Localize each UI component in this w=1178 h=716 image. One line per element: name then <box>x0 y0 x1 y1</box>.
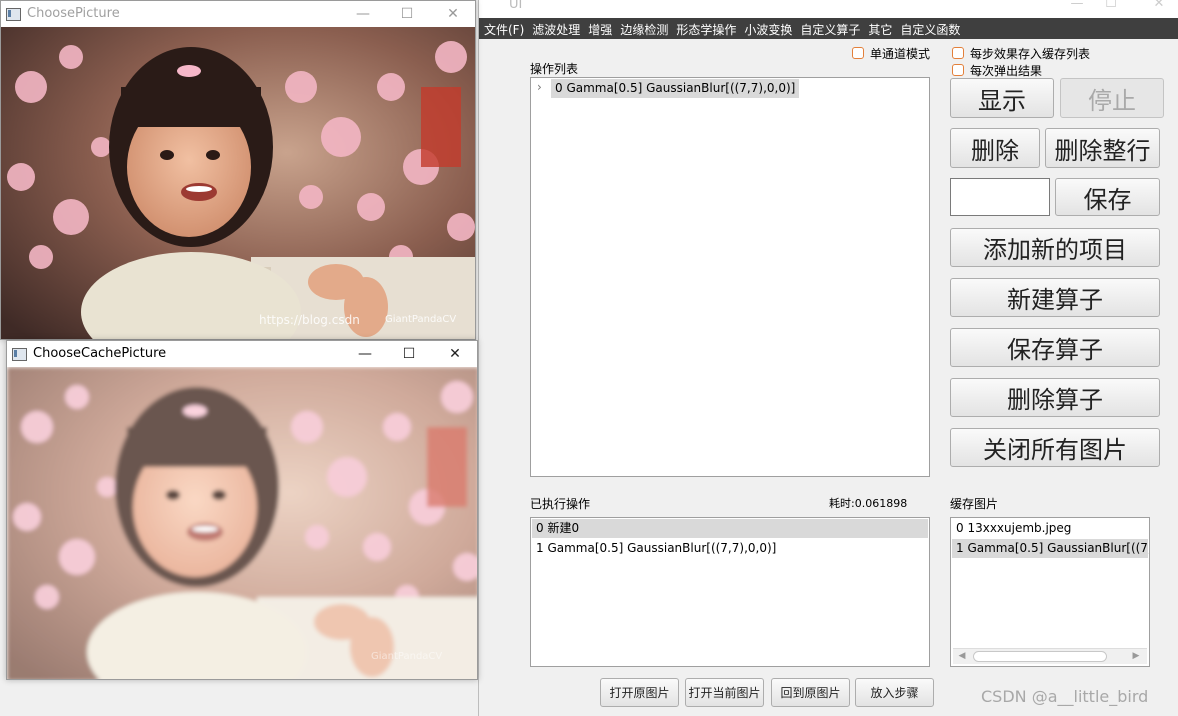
menu-enhance[interactable]: 增强 <box>583 18 615 39</box>
menu-custom-function[interactable]: 自定义函数 <box>895 18 963 39</box>
scroll-left-icon[interactable]: ◀ <box>955 651 969 662</box>
window-title: ChooseCachePicture <box>33 346 167 361</box>
checkbox-label: 单通道模式 <box>870 47 931 61</box>
close-icon[interactable]: ✕ <box>1139 0 1178 11</box>
maximize-icon[interactable]: ☐ <box>1091 0 1131 11</box>
save-button[interactable]: 保存 <box>1055 178 1160 216</box>
cache-label: 缓存图片 <box>950 497 999 511</box>
minimize-icon[interactable]: — <box>345 341 385 367</box>
list-item[interactable]: 1 Gamma[0.5] GaussianBlur[((7,7),0,0)] <box>952 539 1149 558</box>
chevron-right-icon[interactable]: › <box>537 80 542 94</box>
close-all-images-button[interactable]: 关闭所有图片 <box>950 428 1160 467</box>
list-item[interactable]: 1 Gamma[0.5] GaussianBlur[((7,7),0,0)] <box>532 539 928 558</box>
menu-wavelet[interactable]: 小波变换 <box>739 18 795 39</box>
scrollbar-thumb[interactable] <box>973 651 1107 662</box>
tree-item[interactable]: 0 Gamma[0.5] GaussianBlur[((7,7),0,0)] <box>551 79 800 98</box>
checkbox-box <box>952 64 964 76</box>
single-channel-checkbox[interactable]: 单通道模式 <box>852 45 930 62</box>
delete-button[interactable]: 删除 <box>950 128 1040 168</box>
list-item[interactable]: 0 13xxxujemb.jpeg <box>952 519 1148 538</box>
window-titlebar: ChooseCachePicture — ☐ ✕ <box>7 341 477 367</box>
watermark-url: https://blog.csdn <box>259 313 360 327</box>
add-step-button[interactable]: 放入步骤 <box>855 678 934 707</box>
back-to-original-button[interactable]: 回到原图片 <box>771 678 850 707</box>
checkbox-label: 每次弹出结果 <box>970 64 1043 78</box>
menu-edge[interactable]: 边缘检测 <box>615 18 671 39</box>
new-operator-button[interactable]: 新建算子 <box>950 278 1160 317</box>
open-current-button[interactable]: 打开当前图片 <box>685 678 764 707</box>
window-titlebar: ChoosePicture — ☐ ✕ <box>1 1 475 27</box>
executed-list[interactable]: 0 新建0 1 Gamma[0.5] GaussianBlur[((7,7),0… <box>530 517 930 667</box>
watermark-brand: GiantPandaCV <box>385 314 457 325</box>
choose-picture-window: ChoosePicture — ☐ ✕ https://blog.csdn Gi… <box>0 0 476 340</box>
csdn-watermark: CSDN @a__little_bird <box>981 687 1149 706</box>
delete-operator-button[interactable]: 删除算子 <box>950 378 1160 417</box>
menu-morphology[interactable]: 形态学操作 <box>671 18 739 39</box>
executed-label: 已执行操作 <box>530 497 591 511</box>
menu-filter[interactable]: 滤波处理 <box>527 18 583 39</box>
name-input[interactable] <box>950 178 1050 216</box>
operation-list-label: 操作列表 <box>530 62 579 76</box>
add-item-button[interactable]: 添加新的项目 <box>950 228 1160 267</box>
menu-file[interactable]: 文件(F) <box>479 18 527 39</box>
main-window-title: UI <box>509 0 523 12</box>
app-icon <box>12 348 27 361</box>
save-operator-button[interactable]: 保存算子 <box>950 328 1160 367</box>
open-original-button[interactable]: 打开原图片 <box>600 678 679 707</box>
menu-custom-operator[interactable]: 自定义算子 <box>795 18 863 39</box>
app-icon <box>6 8 21 21</box>
popup-each-time-checkbox[interactable]: 每次弹出结果 <box>952 62 1042 79</box>
stop-button[interactable]: 停止 <box>1060 78 1164 118</box>
checkbox-box <box>952 47 964 59</box>
delete-row-button[interactable]: 删除整行 <box>1045 128 1160 168</box>
close-icon[interactable]: ✕ <box>433 1 473 27</box>
menu-other[interactable]: 其它 <box>863 18 895 39</box>
main-window: UI — ☐ ✕ 文件(F) 滤波处理 增强 边缘检测 形态学操作 小波变换 自定义算子 其它… <box>478 0 1178 716</box>
show-button[interactable]: 显示 <box>950 78 1054 118</box>
photo-girl-processed <box>7 367 477 679</box>
window-title: ChoosePicture <box>27 6 120 21</box>
maximize-icon[interactable]: ☐ <box>387 1 427 27</box>
checkbox-box <box>852 47 864 59</box>
elapsed-time: 耗时:0.061898 <box>829 497 908 510</box>
photo-girl <box>1 27 475 339</box>
original-image[interactable]: https://blog.csdn GiantPandaCV <box>1 27 475 339</box>
checkbox-label: 每步效果存入缓存列表 <box>970 47 1091 61</box>
cache-each-step-checkbox[interactable]: 每步效果存入缓存列表 <box>952 45 1090 62</box>
list-item[interactable]: 0 新建0 <box>532 519 928 538</box>
scroll-right-icon[interactable]: ▶ <box>1129 651 1143 662</box>
horizontal-scrollbar[interactable]: ◀ ▶ <box>953 648 1147 664</box>
main-titlebar: UI — ☐ ✕ <box>479 0 1178 18</box>
watermark-brand: GiantPandaCV <box>371 651 443 662</box>
cache-list[interactable]: 0 13xxxujemb.jpeg 1 Gamma[0.5] GaussianB… <box>950 517 1150 667</box>
menubar: 文件(F) 滤波处理 增强 边缘检测 形态学操作 小波变换 自定义算子 其它 自定义函数 <box>479 18 1178 39</box>
operation-tree[interactable]: › 0 Gamma[0.5] GaussianBlur[((7,7),0,0)] <box>530 77 930 477</box>
close-icon[interactable]: ✕ <box>435 341 475 367</box>
cache-image[interactable]: GiantPandaCV <box>7 367 477 679</box>
maximize-icon[interactable]: ☐ <box>389 341 429 367</box>
minimize-icon[interactable]: — <box>343 1 383 27</box>
choose-cache-picture-window: ChooseCachePicture — ☐ ✕ GiantPandaCV <box>6 340 478 680</box>
